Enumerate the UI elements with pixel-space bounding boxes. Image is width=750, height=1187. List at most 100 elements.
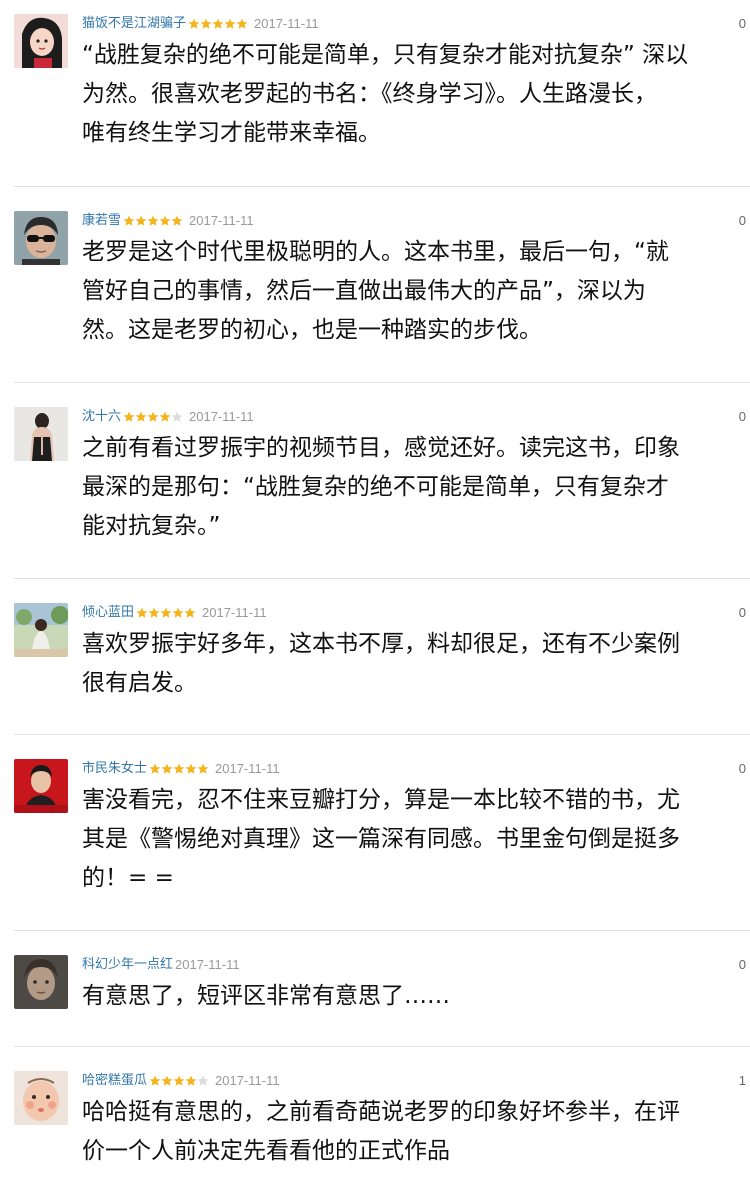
review-meta: 倾心蓝田 2017-11-11 bbox=[82, 603, 267, 623]
review-meta: 猫饭不是江湖骗子 2017-11-11 bbox=[82, 14, 319, 34]
avatar[interactable] bbox=[14, 14, 68, 68]
divider bbox=[14, 1046, 750, 1047]
comment-text: 害没看完，忍不住来豆瓣打分，算是一本比较不错的书，尤 其是《警惕绝对真理》这一篇… bbox=[82, 781, 742, 898]
comment-line: 害没看完，忍不住来豆瓣打分，算是一本比较不错的书，尤 bbox=[82, 787, 680, 813]
comment-line: 为然。很喜欢老罗起的书名：《终身学习》。人生路漫长， bbox=[82, 81, 657, 107]
username-link[interactable]: 猫饭不是江湖骗子 bbox=[82, 14, 186, 34]
star-filled-icon bbox=[123, 411, 135, 422]
comment-line: 哈哈挺有意思的，之前看奇葩说老罗的印象好坏参半，在评 bbox=[82, 1099, 680, 1125]
avatar-woman-back-icon bbox=[14, 407, 68, 461]
comment-line: 之前有看过罗振宇的视频节目，感觉还好。读完这书，印象 bbox=[82, 435, 680, 461]
comment-line: 管好自己的事情，然后一直做出最伟大的产品”，深以为 bbox=[82, 278, 646, 304]
vote-count[interactable]: 0 bbox=[739, 759, 746, 779]
rating-stars bbox=[188, 18, 248, 30]
star-filled-icon bbox=[148, 607, 160, 618]
avatar[interactable] bbox=[14, 603, 68, 657]
star-empty-icon bbox=[197, 1075, 209, 1086]
avatar-red-portrait-icon bbox=[14, 759, 68, 813]
review-item: 沈十六 2017-11-11 0 之前有看过罗振宇的视频节目，感觉还好。读完这书… bbox=[0, 407, 750, 567]
review-list: 猫饭不是江湖骗子 2017-11-11 0 “战胜复杂的绝不可能是简单，只有复杂… bbox=[0, 0, 750, 1187]
vote-count[interactable]: 0 bbox=[739, 955, 746, 975]
comment-line: 很有启发。 bbox=[82, 670, 197, 696]
star-filled-icon bbox=[200, 18, 212, 29]
review-item: 哈密糕蛋瓜 2017-11-11 1 哈哈挺有意思的，之前看奇葩说老罗的印象好坏… bbox=[0, 1071, 750, 1187]
star-filled-icon bbox=[184, 607, 196, 618]
comment-text: “战胜复杂的绝不可能是简单，只有复杂才能对抗复杂” 深以 为然。很喜欢老罗起的书… bbox=[82, 36, 742, 153]
star-filled-icon bbox=[123, 215, 135, 226]
review-item: 倾心蓝田 2017-11-11 0 喜欢罗振宇好多年，这本书不厚，料却很足，还有… bbox=[0, 603, 750, 723]
star-filled-icon bbox=[185, 763, 197, 774]
star-filled-icon bbox=[136, 607, 148, 618]
review-meta: 沈十六 2017-11-11 bbox=[82, 407, 254, 427]
rating-stars bbox=[136, 607, 196, 619]
comment-text: 喜欢罗振宇好多年，这本书不厚，料却很足，还有不少案例 很有启发。 bbox=[82, 625, 742, 703]
star-filled-icon bbox=[135, 215, 147, 226]
avatar-baby-icon bbox=[14, 1071, 68, 1125]
star-filled-icon bbox=[185, 1075, 197, 1086]
avatar[interactable] bbox=[14, 1071, 68, 1125]
review-date: 2017-11-11 bbox=[175, 957, 240, 972]
rating-stars bbox=[123, 411, 183, 423]
star-filled-icon bbox=[149, 763, 161, 774]
star-filled-icon bbox=[159, 215, 171, 226]
comment-line: 能对抗复杂。” bbox=[82, 513, 221, 539]
username-link[interactable]: 康若雪 bbox=[82, 211, 121, 231]
comment-line: 最深的是那句：“战胜复杂的绝不可能是简单，只有复杂才 bbox=[82, 474, 669, 500]
rating-stars bbox=[123, 215, 183, 227]
star-filled-icon bbox=[135, 411, 147, 422]
vote-count[interactable]: 0 bbox=[739, 407, 746, 427]
divider bbox=[14, 578, 750, 579]
avatar[interactable] bbox=[14, 211, 68, 265]
username-link[interactable]: 沈十六 bbox=[82, 407, 121, 427]
vote-count[interactable]: 0 bbox=[739, 14, 746, 34]
comment-text: 哈哈挺有意思的，之前看奇葩说老罗的印象好坏参半，在评 价一个人前决定先看看他的正… bbox=[82, 1093, 742, 1171]
comment-line: 老罗是这个时代里极聪明的人。这本书里，最后一句，“就 bbox=[82, 239, 669, 265]
avatar[interactable] bbox=[14, 407, 68, 461]
star-filled-icon bbox=[159, 411, 171, 422]
username-link[interactable]: 科幻少年一点红 bbox=[82, 955, 173, 975]
star-filled-icon bbox=[224, 18, 236, 29]
star-filled-icon bbox=[147, 215, 159, 226]
avatar-man-sunglasses-icon bbox=[14, 211, 68, 265]
review-date: 2017-11-11 bbox=[202, 605, 267, 620]
username-link[interactable]: 哈密糕蛋瓜 bbox=[82, 1071, 147, 1091]
divider bbox=[14, 186, 750, 187]
comment-line: 其是《警惕绝对真理》这一篇深有同感。书里金句倒是挺多 bbox=[82, 826, 680, 852]
review-date: 2017-11-11 bbox=[215, 761, 280, 776]
vote-count[interactable]: 0 bbox=[739, 211, 746, 231]
review-meta: 市民朱女士 2017-11-11 bbox=[82, 759, 280, 779]
comment-text: 老罗是这个时代里极聪明的人。这本书里，最后一句，“就 管好自己的事情，然后一直做… bbox=[82, 233, 742, 350]
review-meta: 科幻少年一点红 2017-11-11 bbox=[82, 955, 240, 975]
comment-line: 的！= = bbox=[82, 865, 174, 891]
vote-count[interactable]: 1 bbox=[739, 1071, 746, 1091]
avatar[interactable] bbox=[14, 955, 68, 1009]
comment-text: 之前有看过罗振宇的视频节目，感觉还好。读完这书，印象 最深的是那句：“战胜复杂的… bbox=[82, 429, 742, 546]
review-item: 科幻少年一点红 2017-11-11 0 有意思了，短评区非常有意思了…… bbox=[0, 955, 750, 1035]
star-filled-icon bbox=[173, 763, 185, 774]
review-meta: 哈密糕蛋瓜 2017-11-11 bbox=[82, 1071, 280, 1091]
star-filled-icon bbox=[188, 18, 200, 29]
divider bbox=[14, 382, 750, 383]
avatar-garden-girl-icon bbox=[14, 603, 68, 657]
star-filled-icon bbox=[172, 607, 184, 618]
vote-count[interactable]: 0 bbox=[739, 603, 746, 623]
star-filled-icon bbox=[212, 18, 224, 29]
rating-stars bbox=[149, 1075, 209, 1087]
comment-line: 喜欢罗振宇好多年，这本书不厚，料却很足，还有不少案例 bbox=[82, 631, 680, 657]
divider bbox=[14, 734, 750, 735]
comment-text: 有意思了，短评区非常有意思了…… bbox=[82, 977, 742, 1016]
comment-line: 然。这是老罗的初心，也是一种踏实的步伐。 bbox=[82, 317, 542, 343]
username-link[interactable]: 倾心蓝田 bbox=[82, 603, 134, 623]
review-item: 市民朱女士 2017-11-11 0 害没看完，忍不住来豆瓣打分，算是一本比较不… bbox=[0, 759, 750, 919]
star-filled-icon bbox=[197, 763, 209, 774]
avatar[interactable] bbox=[14, 759, 68, 813]
star-filled-icon bbox=[171, 215, 183, 226]
review-date: 2017-11-11 bbox=[254, 16, 319, 31]
star-filled-icon bbox=[161, 1075, 173, 1086]
comment-line: 价一个人前决定先看看他的正式作品 bbox=[82, 1138, 450, 1164]
review-item: 康若雪 2017-11-11 0 老罗是这个时代里极聪明的人。这本书里，最后一句… bbox=[0, 211, 750, 371]
username-link[interactable]: 市民朱女士 bbox=[82, 759, 147, 779]
avatar-anime-girl-icon bbox=[14, 14, 68, 68]
review-date: 2017-11-11 bbox=[189, 409, 254, 424]
comment-line: 有意思了，短评区非常有意思了…… bbox=[82, 983, 450, 1009]
